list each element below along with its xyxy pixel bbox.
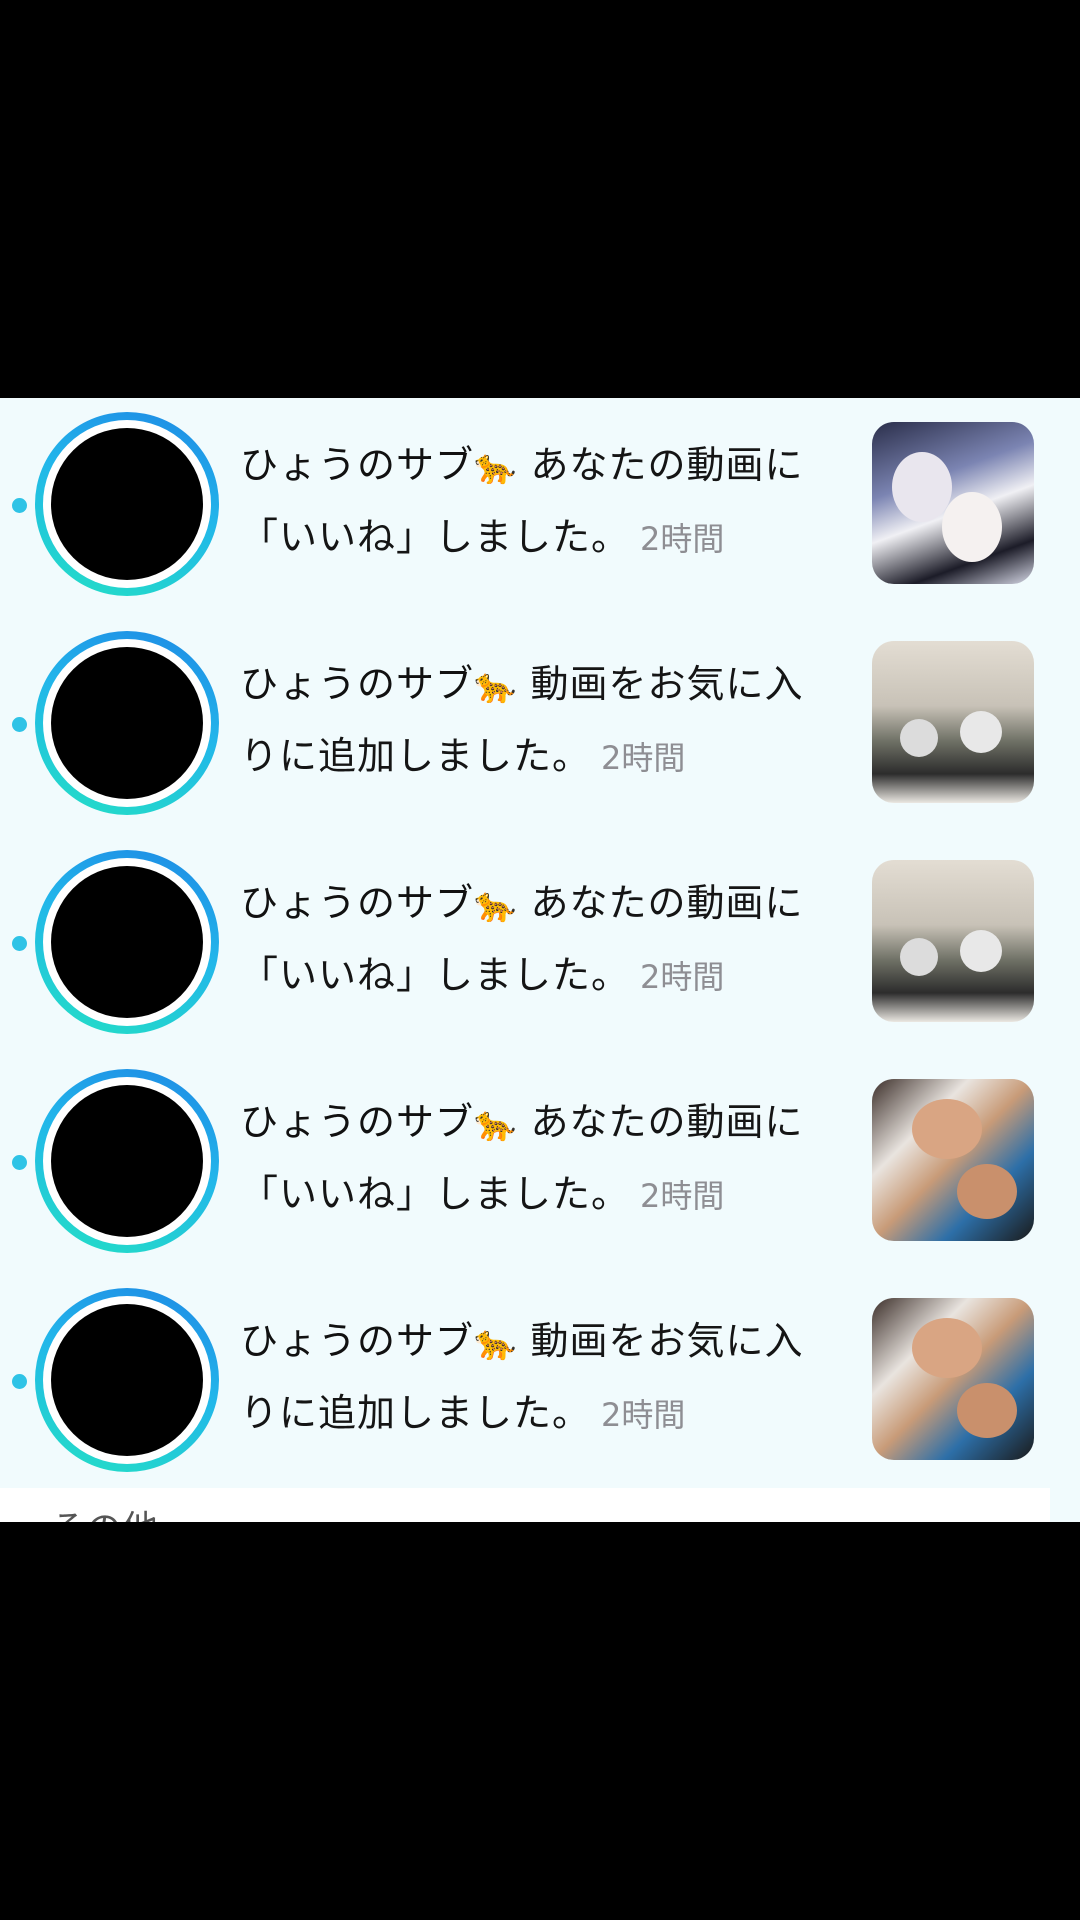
unread-indicator [12, 717, 27, 732]
video-thumbnail[interactable] [872, 422, 1034, 584]
notification-text: ひょうのサブ🐆 あなたの動画に「いいね」しました。 2時間 [240, 430, 840, 574]
avatar-story-ring[interactable] [35, 1069, 219, 1253]
leopard-emoji: 🐆 [474, 885, 518, 925]
unread-indicator [12, 498, 27, 513]
notification-text: ひょうのサブ🐆 あなたの動画に「いいね」しました。 2時間 [240, 1087, 840, 1231]
timestamp: 2時間 [640, 958, 725, 996]
avatar[interactable] [51, 428, 203, 580]
video-thumbnail[interactable] [872, 860, 1034, 1022]
video-thumbnail[interactable] [872, 641, 1034, 803]
avatar[interactable] [51, 647, 203, 799]
notification-text: ひょうのサブ🐆 動画をお気に入りに追加しました。 2時間 [240, 649, 840, 793]
bottom-letterbox [0, 1522, 1080, 1920]
avatar-story-ring[interactable] [35, 412, 219, 596]
avatar[interactable] [51, 1085, 203, 1237]
notification-row[interactable]: ひょうのサブ🐆 あなたの動画に「いいね」しました。 2時間 [0, 838, 1080, 1057]
top-letterbox [0, 0, 1080, 398]
avatar[interactable] [51, 866, 203, 1018]
username[interactable]: ひょうのサブ [240, 881, 474, 925]
username[interactable]: ひょうのサブ [240, 443, 474, 487]
activity-list: ひょうのサブ🐆 あなたの動画に「いいね」しました。 2時間 ひょうのサブ🐆 動画を… [0, 398, 1080, 1522]
video-thumbnail[interactable] [872, 1298, 1034, 1460]
leopard-emoji: 🐆 [474, 447, 518, 487]
timestamp: 2時間 [640, 520, 725, 558]
video-thumbnail[interactable] [872, 1079, 1034, 1241]
section-header-other: その他 [50, 1510, 158, 1523]
notification-text: ひょうのサブ🐆 あなたの動画に「いいね」しました。 2時間 [240, 868, 840, 1012]
avatar[interactable] [51, 1304, 203, 1456]
timestamp: 2時間 [601, 1396, 686, 1434]
leopard-emoji: 🐆 [474, 666, 518, 706]
notification-row[interactable]: ひょうのサブ🐆 動画をお気に入りに追加しました。 2時間 [0, 1276, 1080, 1495]
unread-indicator [12, 1155, 27, 1170]
timestamp: 2時間 [601, 739, 686, 777]
notification-row[interactable]: ひょうのサブ🐆 あなたの動画に「いいね」しました。 2時間 [0, 400, 1080, 619]
avatar-story-ring[interactable] [35, 1288, 219, 1472]
avatar-story-ring[interactable] [35, 850, 219, 1034]
username[interactable]: ひょうのサブ [240, 1100, 474, 1144]
username[interactable]: ひょうのサブ [240, 1319, 474, 1363]
notification-row[interactable]: ひょうのサブ🐆 動画をお気に入りに追加しました。 2時間 [0, 619, 1080, 838]
avatar-story-ring[interactable] [35, 631, 219, 815]
username[interactable]: ひょうのサブ [240, 662, 474, 706]
unread-indicator [12, 936, 27, 951]
leopard-emoji: 🐆 [474, 1323, 518, 1363]
timestamp: 2時間 [640, 1177, 725, 1215]
leopard-emoji: 🐆 [474, 1104, 518, 1144]
notification-row[interactable]: ひょうのサブ🐆 あなたの動画に「いいね」しました。 2時間 [0, 1057, 1080, 1276]
unread-indicator [12, 1374, 27, 1389]
notification-text: ひょうのサブ🐆 動画をお気に入りに追加しました。 2時間 [240, 1306, 840, 1450]
